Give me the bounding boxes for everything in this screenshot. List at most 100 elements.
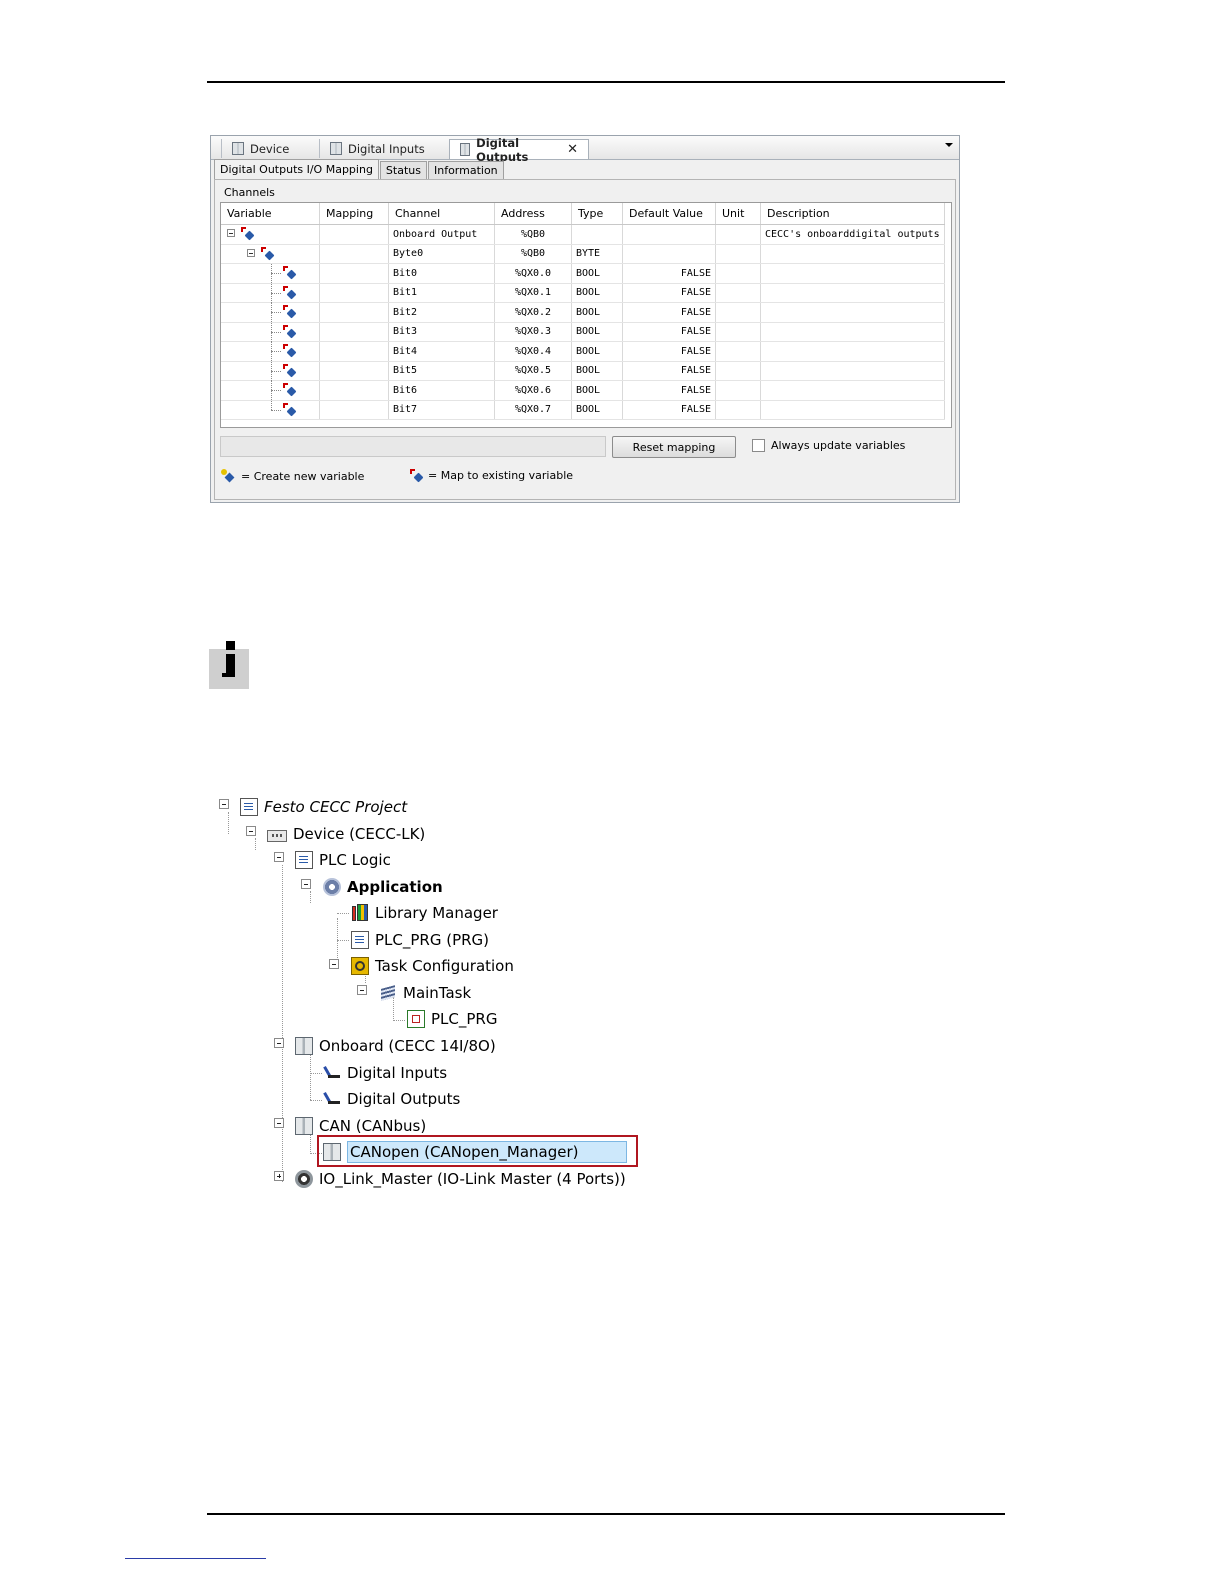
tree-node-digital-inputs[interactable]: Digital Inputs bbox=[323, 1061, 447, 1085]
collapse-toggle[interactable] bbox=[274, 1118, 284, 1128]
column-header-unit[interactable]: Unit bbox=[715, 203, 761, 225]
unit-cell[interactable] bbox=[715, 302, 761, 323]
description-cell[interactable] bbox=[760, 361, 945, 381]
tab-list-dropdown-icon[interactable] bbox=[945, 143, 953, 147]
description-cell[interactable] bbox=[760, 341, 945, 362]
collapse-toggle[interactable] bbox=[247, 248, 255, 257]
default-value-cell[interactable]: FALSE bbox=[622, 302, 716, 323]
tree-node-plc-logic[interactable]: PLC Logic bbox=[295, 848, 391, 872]
table-row[interactable]: Bit3 %QX0.3 BOOL FALSE bbox=[221, 322, 945, 342]
table-row[interactable]: Bit4 %QX0.4 BOOL FALSE bbox=[221, 341, 945, 362]
mapping-cell[interactable] bbox=[319, 302, 389, 323]
channel-cell[interactable]: Bit3 bbox=[388, 322, 495, 342]
unit-cell[interactable] bbox=[715, 380, 761, 401]
tree-node-plc-prg-call[interactable]: PLC_PRG bbox=[407, 1007, 497, 1031]
default-value-cell[interactable]: FALSE bbox=[622, 380, 716, 401]
subtab-information[interactable]: Information bbox=[427, 161, 504, 179]
expand-toggle[interactable] bbox=[274, 1171, 284, 1181]
default-value-cell[interactable]: FALSE bbox=[622, 400, 716, 420]
type-cell[interactable]: BOOL bbox=[571, 380, 623, 401]
type-cell[interactable]: BOOL bbox=[571, 400, 623, 420]
type-cell[interactable]: BOOL bbox=[571, 263, 623, 284]
tree-node-maintask[interactable]: MainTask bbox=[379, 981, 471, 1005]
unit-cell[interactable] bbox=[715, 263, 761, 284]
default-value-cell[interactable]: FALSE bbox=[622, 341, 716, 362]
channel-cell[interactable]: Bit2 bbox=[388, 302, 495, 323]
column-header-mapping[interactable]: Mapping bbox=[319, 203, 389, 225]
address-cell[interactable]: %QX0.5 bbox=[494, 361, 572, 381]
mapping-cell[interactable] bbox=[319, 400, 389, 420]
variable-cell[interactable] bbox=[221, 244, 320, 264]
description-cell[interactable] bbox=[760, 302, 945, 323]
tab-device[interactable]: Device bbox=[221, 139, 319, 158]
channel-cell[interactable]: Bit4 bbox=[388, 341, 495, 362]
type-cell[interactable]: BOOL bbox=[571, 302, 623, 323]
tab-digital-inputs[interactable]: Digital Inputs bbox=[319, 139, 447, 158]
tree-node-digital-outputs[interactable]: Digital Outputs bbox=[323, 1087, 460, 1111]
close-tab-icon[interactable]: ✕ bbox=[567, 142, 578, 157]
type-cell[interactable]: BOOL bbox=[571, 322, 623, 342]
description-cell[interactable] bbox=[760, 400, 945, 420]
tree-node-project[interactable]: Festo CECC Project bbox=[240, 795, 407, 819]
reset-mapping-button[interactable]: Reset mapping bbox=[612, 436, 736, 458]
unit-cell[interactable] bbox=[715, 361, 761, 381]
variable-cell[interactable] bbox=[221, 322, 320, 342]
column-header-description[interactable]: Description bbox=[760, 203, 945, 225]
address-cell[interactable]: %QX0.6 bbox=[494, 380, 572, 401]
table-row[interactable]: Bit2 %QX0.2 BOOL FALSE bbox=[221, 302, 945, 323]
variable-cell[interactable] bbox=[221, 380, 320, 401]
tree-node-onboard[interactable]: Onboard (CECC 14I/8O) bbox=[295, 1034, 496, 1058]
description-cell[interactable] bbox=[760, 263, 945, 284]
default-value-cell[interactable]: FALSE bbox=[622, 322, 716, 342]
type-cell[interactable]: BOOL bbox=[571, 341, 623, 362]
tree-node-plc-prg[interactable]: PLC_PRG (PRG) bbox=[351, 928, 489, 952]
table-row[interactable]: Bit6 %QX0.6 BOOL FALSE bbox=[221, 380, 945, 401]
column-header-default-value[interactable]: Default Value bbox=[622, 203, 716, 225]
tree-node-task-configuration[interactable]: Task Configuration bbox=[351, 954, 514, 978]
column-header-address[interactable]: Address bbox=[494, 203, 572, 225]
channel-cell[interactable]: Byte0 bbox=[388, 244, 495, 264]
address-cell[interactable]: %QX0.1 bbox=[494, 283, 572, 303]
variable-cell[interactable] bbox=[221, 283, 320, 303]
mapping-cell[interactable] bbox=[319, 263, 389, 284]
column-header-type[interactable]: Type bbox=[571, 203, 623, 225]
channel-cell[interactable]: Bit5 bbox=[388, 361, 495, 381]
channel-cell[interactable]: Bit1 bbox=[388, 283, 495, 303]
default-value-cell[interactable]: FALSE bbox=[622, 283, 716, 303]
unit-cell[interactable] bbox=[715, 341, 761, 362]
collapse-toggle[interactable] bbox=[357, 985, 367, 995]
description-cell[interactable] bbox=[760, 244, 945, 264]
mapping-cell[interactable] bbox=[319, 322, 389, 342]
tree-node-application[interactable]: Application bbox=[323, 875, 443, 899]
table-row[interactable]: Bit0 %QX0.0 BOOL FALSE bbox=[221, 263, 945, 284]
table-row[interactable]: Onboard Output %QB0 CECC's onboarddigital … bbox=[221, 224, 945, 245]
channel-cell[interactable]: Bit0 bbox=[388, 263, 495, 284]
mapping-cell[interactable] bbox=[319, 283, 389, 303]
collapse-toggle[interactable] bbox=[227, 229, 235, 237]
address-cell[interactable]: %QB0 bbox=[494, 224, 572, 245]
mapping-cell[interactable] bbox=[319, 244, 389, 264]
table-row[interactable]: Byte0 %QB0 BYTE bbox=[221, 244, 945, 264]
collapse-toggle[interactable] bbox=[274, 1038, 284, 1048]
address-cell[interactable]: %QX0.0 bbox=[494, 263, 572, 284]
tree-node-device[interactable]: Device (CECC-LK) bbox=[267, 822, 425, 846]
address-cell[interactable]: %QX0.3 bbox=[494, 322, 572, 342]
variable-cell[interactable] bbox=[221, 400, 320, 420]
collapse-toggle[interactable] bbox=[329, 959, 339, 969]
default-value-cell[interactable] bbox=[622, 244, 716, 264]
type-cell[interactable]: BYTE bbox=[571, 244, 623, 264]
mapping-cell[interactable] bbox=[319, 361, 389, 381]
always-update-checkbox[interactable] bbox=[752, 439, 765, 452]
collapse-toggle[interactable] bbox=[246, 826, 256, 836]
type-cell[interactable]: BOOL bbox=[571, 283, 623, 303]
unit-cell[interactable] bbox=[715, 224, 761, 245]
address-cell[interactable]: %QX0.2 bbox=[494, 302, 572, 323]
description-cell[interactable]: CECC's onboarddigital outputs bbox=[760, 224, 945, 245]
unit-cell[interactable] bbox=[715, 322, 761, 342]
variable-cell[interactable] bbox=[221, 263, 320, 284]
collapse-toggle[interactable] bbox=[274, 852, 284, 862]
channel-cell[interactable]: Onboard Output bbox=[388, 224, 495, 245]
channel-cell[interactable]: Bit6 bbox=[388, 380, 495, 401]
unit-cell[interactable] bbox=[715, 244, 761, 264]
unit-cell[interactable] bbox=[715, 283, 761, 303]
